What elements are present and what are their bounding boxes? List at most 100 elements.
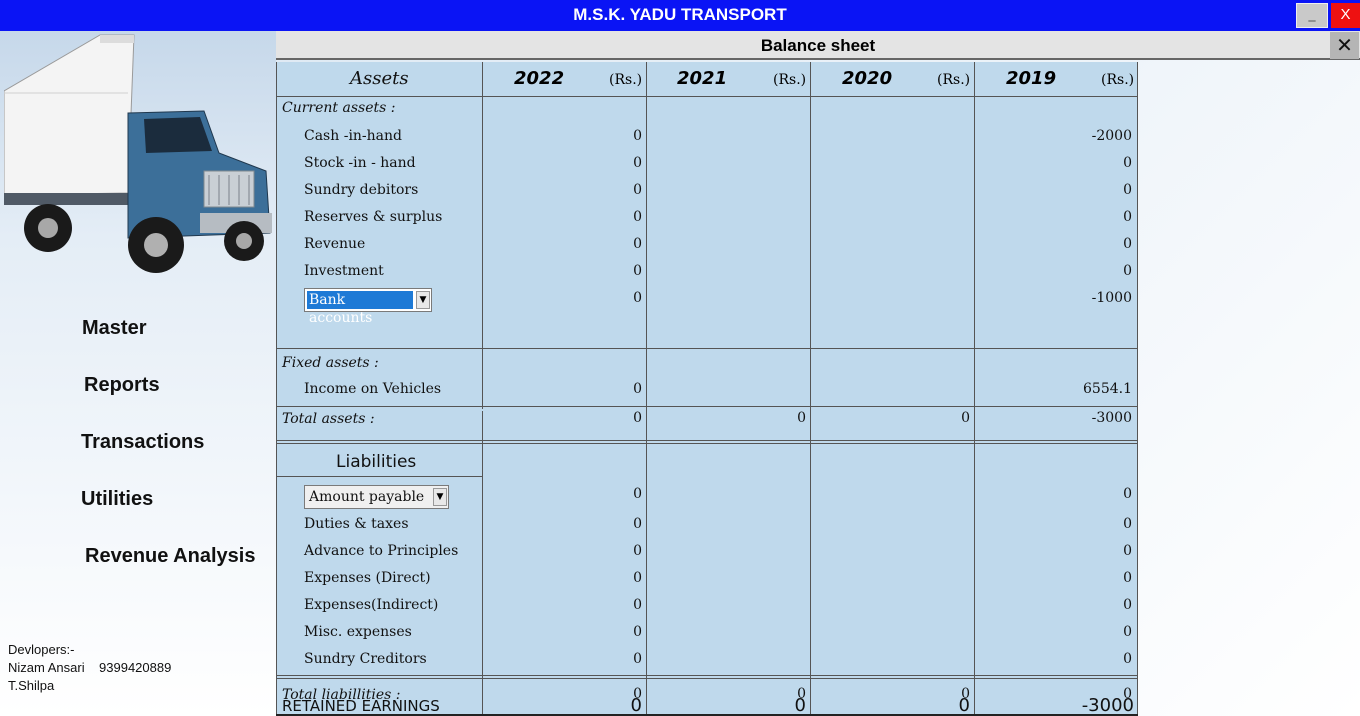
value-cell: 0 [633, 516, 642, 532]
currency-label: (Rs.) [1101, 72, 1135, 88]
retained-earnings-label: RETAINED EARNINGS [282, 697, 440, 715]
currency-label: (Rs.) [609, 72, 643, 88]
row-label: Investment [304, 263, 384, 279]
grid-line [276, 62, 277, 716]
value-cell: 0 [633, 381, 642, 397]
value-cell: 0 [1123, 209, 1132, 225]
balance-sheet-grid: Assets 2022 (Rs.) 2021 (Rs.) 2020 (Rs.) … [276, 62, 1138, 716]
current-assets-heading: Current assets : [282, 100, 396, 116]
grid-line [276, 406, 1138, 407]
chevron-down-icon[interactable]: ▼ [433, 488, 447, 506]
nav-master[interactable]: Master [82, 317, 146, 340]
total-value: -3000 [1091, 410, 1132, 426]
row-label: Income on Vehicles [304, 381, 442, 397]
row-label: Stock -in - hand [304, 155, 416, 171]
grid-line [1137, 62, 1138, 716]
nav-revenue-analysis[interactable]: Revenue Analysis [85, 545, 255, 568]
sidebar: Master Reports Transactions Utilities Re… [0, 31, 276, 716]
chevron-down-icon[interactable]: ▼ [416, 291, 430, 309]
window-title: M.S.K. YADU TRANSPORT [573, 5, 787, 24]
title-bar: M.S.K. YADU TRANSPORT _ X [0, 0, 1360, 31]
assets-header: Assets [350, 68, 409, 89]
bank-accounts-dropdown[interactable]: Bank accounts ▼ [304, 288, 432, 326]
row-label: Expenses(Indirect) [304, 597, 439, 613]
total-value: 0 [961, 410, 970, 426]
value-cell: 0 [1123, 486, 1132, 502]
row-label: Sundry debitors [304, 182, 419, 198]
value-cell: 0 [1123, 543, 1132, 559]
row-label: Advance to Principles [304, 543, 459, 559]
fixed-assets-heading: Fixed assets : [282, 355, 379, 371]
value-cell: 0 [1123, 263, 1132, 279]
nav-reports[interactable]: Reports [84, 374, 160, 397]
truck-illustration [4, 34, 272, 273]
value-cell: 0 [1123, 516, 1132, 532]
currency-label: (Rs.) [937, 72, 971, 88]
total-value: 0 [797, 410, 806, 426]
row-label: Revenue [304, 236, 366, 252]
value-cell: 0 [633, 651, 642, 667]
year-2020: 2020 [842, 68, 893, 89]
retained-value: 0 [630, 695, 642, 716]
value-cell: 0 [633, 486, 642, 502]
value-cell: 0 [633, 155, 642, 171]
retained-value: 0 [794, 695, 806, 716]
dropdown-selected-value: Amount payable [309, 489, 425, 505]
value-cell: 0 [633, 209, 642, 225]
minimize-button[interactable]: _ [1296, 3, 1328, 28]
amount-payable-dropdown[interactable]: Amount payable ▼ [304, 485, 449, 509]
total-assets-label: Total assets : [282, 411, 375, 427]
value-cell: -2000 [1091, 128, 1132, 144]
grid-line [810, 62, 811, 716]
panel-header: Balance sheet ✕ [276, 31, 1360, 60]
value-cell: 0 [633, 624, 642, 640]
value-cell: 0 [1123, 570, 1132, 586]
grid-line [482, 411, 483, 716]
value-cell: 0 [633, 570, 642, 586]
nav-transactions[interactable]: Transactions [81, 431, 204, 454]
value-cell: 0 [633, 543, 642, 559]
row-label: Misc. expenses [304, 624, 412, 640]
value-cell: 0 [1123, 155, 1132, 171]
nav-utilities[interactable]: Utilities [81, 488, 153, 511]
value-cell: 0 [633, 128, 642, 144]
grid-line [276, 476, 482, 477]
developer-line-1: Nizam Ansari 9399420889 [8, 660, 172, 675]
value-cell: 0 [633, 263, 642, 279]
balance-sheet-panel: Balance sheet ✕ Assets 2022 (Rs.) 2021 (… [276, 31, 1360, 716]
developers-heading: Devlopers:- [8, 642, 75, 657]
value-cell: 0 [1123, 651, 1132, 667]
value-cell: -1000 [1091, 290, 1132, 306]
year-2019: 2019 [1006, 68, 1057, 89]
value-cell: 0 [1123, 597, 1132, 613]
grid-line [276, 348, 1138, 349]
panel-title: Balance sheet [760, 36, 876, 55]
value-cell: 0 [633, 236, 642, 252]
row-label: Cash -in-hand [304, 128, 403, 144]
grid-line [276, 675, 1138, 676]
liabilities-heading: Liabilities [336, 452, 417, 472]
value-cell: 0 [633, 597, 642, 613]
value-cell: 0 [633, 182, 642, 198]
currency-label: (Rs.) [773, 72, 807, 88]
grid-line [482, 62, 483, 409]
grid-line [974, 62, 975, 716]
row-label: Duties & taxes [304, 516, 409, 532]
value-cell: 0 [1123, 182, 1132, 198]
value-cell: 0 [1123, 236, 1132, 252]
developer-line-2: T.Shilpa [8, 678, 55, 693]
dropdown-selected-value: Bank accounts [307, 291, 413, 326]
grid-line [276, 96, 1138, 97]
panel-close-button[interactable]: ✕ [1330, 32, 1359, 59]
value-cell: 6554.1 [1083, 381, 1132, 397]
row-label: Expenses (Direct) [304, 570, 431, 586]
close-window-button[interactable]: X [1331, 3, 1360, 28]
value-cell: 0 [633, 290, 642, 306]
year-2021: 2021 [677, 68, 728, 89]
row-label: Sundry Creditors [304, 651, 427, 667]
grid-line [646, 62, 647, 716]
row-label: Reserves & surplus [304, 209, 443, 225]
grid-line [276, 443, 1138, 444]
retained-value: -3000 [1081, 695, 1134, 716]
year-2022: 2022 [514, 68, 565, 89]
